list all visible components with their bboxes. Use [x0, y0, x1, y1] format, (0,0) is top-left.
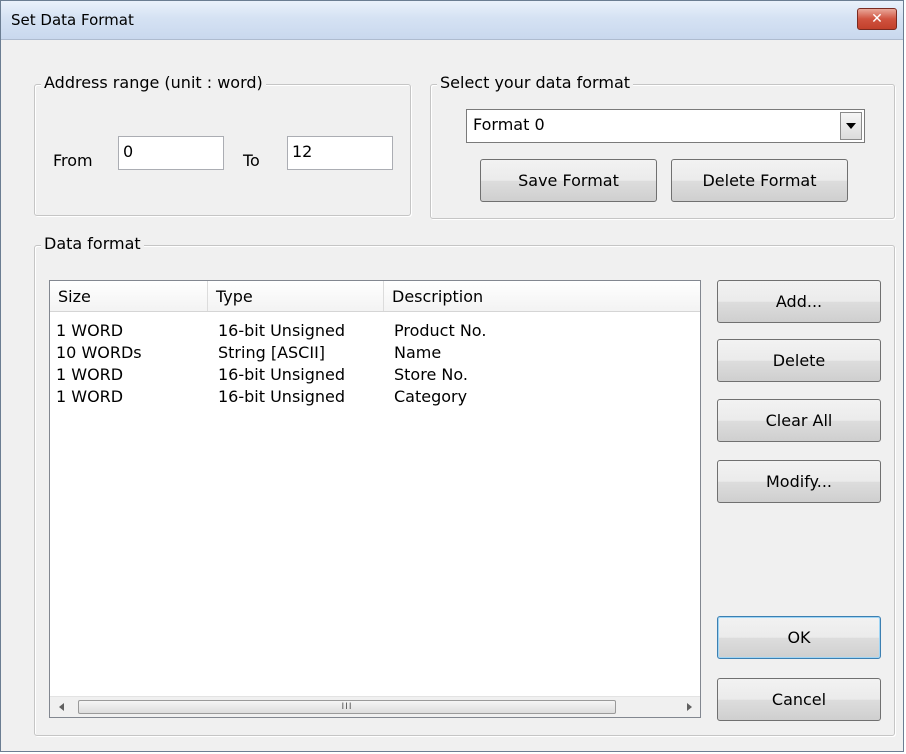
cell-description: Category — [394, 387, 468, 406]
table-row[interactable]: 10 WORDs String [ASCII] Name — [50, 343, 700, 365]
grip-icon: III — [341, 702, 353, 712]
from-input[interactable]: 0 — [118, 136, 224, 170]
list-header: Size Type Description — [50, 281, 700, 312]
close-button[interactable]: ✕ — [857, 8, 897, 30]
cell-type: String [ASCII] — [218, 343, 326, 362]
cell-description: Product No. — [394, 321, 487, 340]
table-row[interactable]: 1 WORD 16-bit Unsigned Product No. — [50, 321, 700, 343]
add-button[interactable]: Add... — [717, 280, 881, 323]
address-range-group: Address range (unit : word) From 0 To 12 — [34, 73, 411, 216]
delete-button[interactable]: Delete — [717, 339, 881, 382]
scroll-right-arrow[interactable] — [680, 697, 698, 717]
save-format-button[interactable]: Save Format — [480, 159, 657, 202]
scrollbar-thumb[interactable]: III — [78, 700, 616, 714]
to-input[interactable]: 12 — [287, 136, 393, 170]
cell-type: 16-bit Unsigned — [218, 387, 346, 406]
to-label: To — [243, 151, 260, 170]
chevron-down-icon — [846, 123, 856, 129]
column-header-description[interactable]: Description — [384, 281, 700, 311]
arrow-right-icon — [686, 703, 692, 711]
cancel-button[interactable]: Cancel — [717, 678, 881, 721]
column-header-size[interactable]: Size — [50, 281, 208, 311]
data-format-list[interactable]: Size Type Description 1 WORD 16-bit Unsi… — [49, 280, 701, 718]
cell-size: 1 WORD — [56, 321, 124, 340]
cell-size: 1 WORD — [56, 387, 124, 406]
delete-format-button[interactable]: Delete Format — [671, 159, 848, 202]
title-bar[interactable]: Set Data Format ✕ — [1, 1, 903, 40]
cell-description: Name — [394, 343, 442, 362]
cell-type: 16-bit Unsigned — [218, 365, 346, 384]
horizontal-scrollbar[interactable]: III — [50, 696, 700, 717]
close-icon: ✕ — [871, 11, 883, 27]
modify-button[interactable]: Modify... — [717, 460, 881, 503]
column-header-type[interactable]: Type — [208, 281, 384, 311]
cell-type: 16-bit Unsigned — [218, 321, 346, 340]
arrow-left-icon — [58, 703, 64, 711]
format-select[interactable]: Format 0 — [466, 109, 865, 143]
scroll-left-arrow[interactable] — [52, 697, 70, 717]
select-format-group: Select your data format Format 0 Save Fo… — [430, 73, 895, 219]
clear-all-button[interactable]: Clear All — [717, 399, 881, 442]
select-format-label: Select your data format — [437, 73, 634, 92]
cell-size: 10 WORDs — [56, 343, 142, 362]
format-select-dropdown-button[interactable] — [840, 112, 862, 140]
table-row[interactable]: 1 WORD 16-bit Unsigned Store No. — [50, 365, 700, 387]
set-data-format-dialog: Set Data Format ✕ Address range (unit : … — [0, 0, 904, 752]
cell-size: 1 WORD — [56, 365, 124, 384]
address-range-label: Address range (unit : word) — [41, 73, 266, 92]
ok-button[interactable]: OK — [717, 616, 881, 659]
table-row[interactable]: 1 WORD 16-bit Unsigned Category — [50, 387, 700, 409]
window-title: Set Data Format — [11, 11, 134, 29]
cell-description: Store No. — [394, 365, 468, 384]
format-select-value: Format 0 — [473, 115, 545, 134]
data-format-label: Data format — [41, 234, 144, 253]
from-label: From — [53, 151, 93, 170]
